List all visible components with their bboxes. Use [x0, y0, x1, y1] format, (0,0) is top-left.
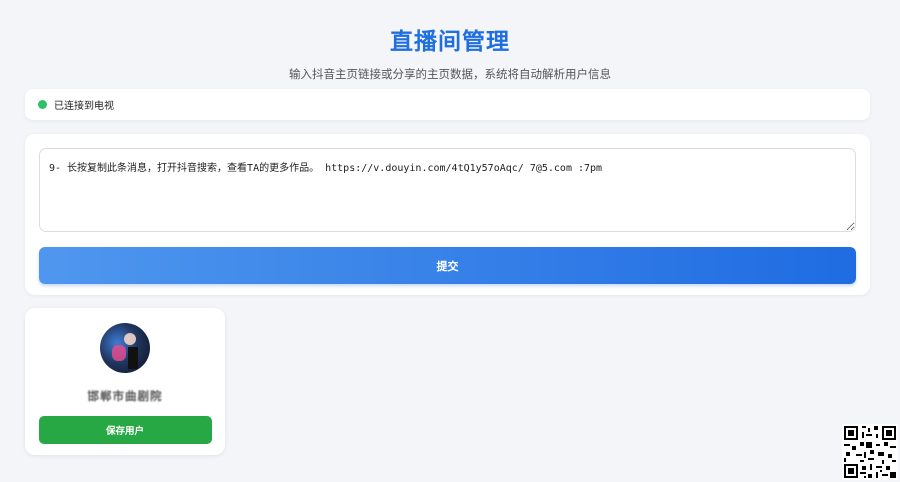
save-user-button[interactable]: 保存用户: [38, 416, 212, 444]
user-card: 邯郸市曲剧院 保存用户: [25, 308, 225, 455]
submit-button[interactable]: 提交: [39, 247, 856, 284]
user-avatar: [100, 323, 150, 373]
page-header: 直播间管理 输入抖音主页链接或分享的主页数据，系统将自动解析用户信息: [0, 0, 900, 88]
connection-status-text: 已连接到电视: [54, 101, 114, 112]
share-input-card: 提交: [25, 134, 870, 295]
status-dot-icon: [38, 100, 47, 109]
user-name: 邯郸市曲剧院: [87, 389, 163, 403]
share-link-input[interactable]: [39, 148, 856, 232]
qr-code-icon: [842, 424, 898, 480]
connection-status-bar: 已连接到电视: [25, 89, 870, 120]
page-subtitle: 输入抖音主页链接或分享的主页数据，系统将自动解析用户信息: [289, 67, 611, 81]
page-title: 直播间管理: [390, 29, 510, 55]
